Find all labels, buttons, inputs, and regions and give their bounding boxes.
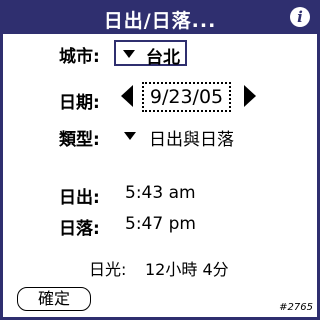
next-day-arrow-icon[interactable] — [244, 85, 256, 107]
type-value: 日出與日落 — [149, 130, 234, 150]
sunrise-value: 5:43 am — [125, 183, 196, 203]
window-title: 日出/日落... — [103, 10, 217, 32]
watermark-text: #2765 — [279, 302, 313, 313]
previous-day-arrow-icon[interactable] — [121, 85, 133, 107]
title-bar: 日出/日落... i — [3, 3, 317, 34]
type-label: 類型: — [59, 130, 100, 150]
city-label: 城市: — [59, 47, 100, 67]
city-dropdown[interactable]: 台北 — [114, 40, 187, 68]
daylight-value: 12小時 4分 — [145, 260, 229, 279]
info-icon[interactable]: i — [290, 7, 310, 27]
ok-button[interactable]: 確定 — [17, 287, 91, 311]
type-dropdown[interactable]: 日出與日落 — [121, 124, 241, 150]
sunrise-label: 日出: — [59, 188, 100, 208]
dialog-window: 日出/日落... i 城市: 台北 日期: 9/23/05 類型: 日出與日落 … — [0, 0, 320, 320]
date-label: 日期: — [59, 93, 100, 113]
sunset-label: 日落: — [59, 219, 100, 239]
daylight-label: 日光: — [89, 260, 127, 279]
date-field[interactable]: 9/23/05 — [142, 82, 231, 112]
dropdown-triangle-icon — [123, 50, 135, 58]
sunset-value: 5:47 pm — [125, 214, 196, 234]
city-value: 台北 — [146, 48, 180, 68]
dropdown-triangle-icon — [124, 132, 136, 140]
